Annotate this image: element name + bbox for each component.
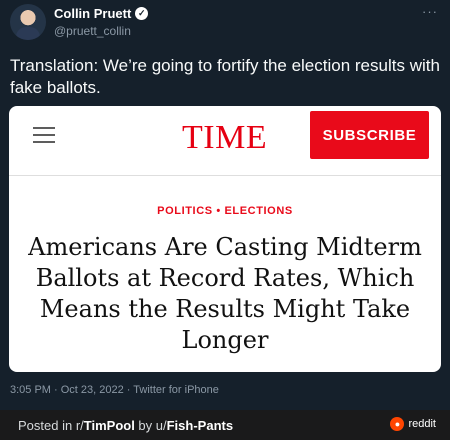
hamburger-menu-icon[interactable]: [33, 127, 55, 148]
reddit-footer: Posted in r/TimPool by u/Fish-Pants ● re…: [0, 410, 450, 440]
reddit-badge: ● reddit: [390, 417, 436, 431]
more-icon[interactable]: ···: [422, 4, 438, 19]
posted-prefix: Posted in r/: [18, 417, 84, 433]
reddit-label: reddit: [408, 418, 436, 430]
by-text: by u/: [134, 417, 167, 433]
author-name[interactable]: Collin Pruett: [54, 6, 131, 21]
article-headline[interactable]: Americans Are Casting Midterm Ballots at…: [9, 232, 441, 356]
subscribe-button[interactable]: SUBSCRIBE: [310, 111, 429, 159]
tweet: Collin Pruett ✓ @pruett_collin ··· Trans…: [0, 0, 450, 410]
posted-in-text: Posted in r/TimPool by u/Fish-Pants: [18, 418, 233, 433]
time-logo: TIME: [182, 119, 268, 156]
tweet-meta[interactable]: 3:05 PM · Oct 23, 2022 · Twitter for iPh…: [10, 384, 219, 396]
author-row: Collin Pruett ✓: [54, 6, 149, 21]
subreddit-link[interactable]: TimPool: [84, 418, 135, 433]
username-link[interactable]: Fish-Pants: [167, 418, 233, 433]
reddit-icon: ●: [390, 417, 405, 431]
author-handle[interactable]: @pruett_collin: [54, 24, 131, 38]
card-divider: [9, 175, 441, 176]
article-category[interactable]: POLITICS • ELECTIONS: [9, 205, 441, 217]
verified-icon: ✓: [135, 7, 149, 20]
avatar[interactable]: [10, 4, 46, 40]
article-card[interactable]: TIME SUBSCRIBE POLITICS • ELECTIONS Amer…: [9, 106, 441, 372]
tweet-text: Translation: We’re going to fortify the …: [10, 56, 440, 97]
